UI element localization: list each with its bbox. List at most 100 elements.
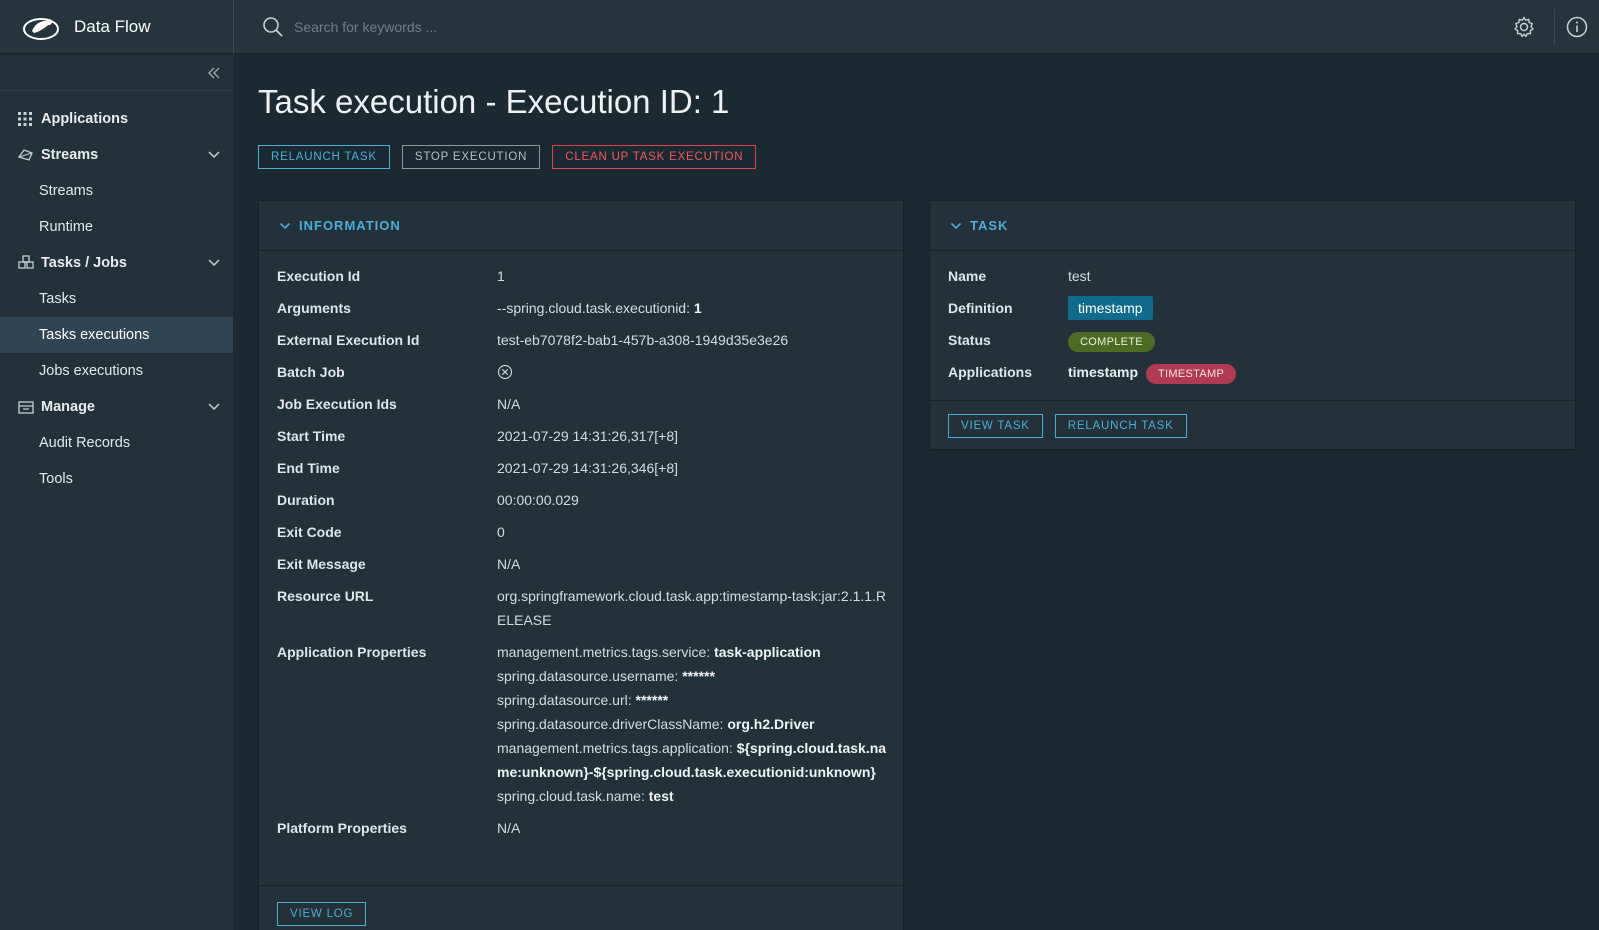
sidebar-group-streams[interactable]: Streams: [0, 137, 233, 173]
sidebar: Applications Streams Streams Runtime Tas…: [0, 55, 233, 930]
sidebar-item-audit-records[interactable]: Audit Records: [0, 425, 233, 461]
information-card-footer: VIEW LOG: [259, 885, 903, 930]
property-item: spring.datasource.url: ******: [497, 688, 887, 712]
sidebar-item-jobs-executions[interactable]: Jobs executions: [0, 353, 233, 389]
task-name-value: test: [1068, 268, 1091, 284]
stop-execution-button[interactable]: STOP EXECUTION: [401, 145, 541, 169]
arguments-label: Arguments: [277, 300, 351, 316]
property-value: org.h2.Driver: [727, 716, 815, 732]
sidebar-group-label: Tasks / Jobs: [41, 255, 127, 271]
sidebar-item-streams[interactable]: Streams: [0, 173, 233, 209]
detail-row: External Execution Id test-eb7078f2-bab1…: [277, 328, 887, 352]
sidebar-collapse-button[interactable]: [0, 55, 233, 91]
sidebar-group-label: Streams: [41, 147, 99, 163]
spring-cloud-logo-icon: [23, 17, 59, 40]
task-definition-label: Definition: [948, 300, 1013, 316]
brand[interactable]: Data Flow: [0, 0, 234, 54]
chevron-down-icon: [208, 151, 220, 159]
resource-url-label: Resource URL: [277, 588, 374, 604]
external-execution-id-value: test-eb7078f2-bab1-457b-a308-1949d35e3e2…: [497, 332, 789, 348]
batch-job-label: Batch Job: [277, 364, 345, 380]
task-details: Name test Definition timestamp Status CO…: [948, 264, 1558, 392]
detail-row: Applications timestamp TIMESTAMP: [948, 360, 1558, 384]
detail-row: Start Time 2021-07-29 14:31:26,317[+8]: [277, 424, 887, 448]
detail-row: Application Properties management.metric…: [277, 640, 887, 808]
start-time-value: 2021-07-29 14:31:26,317[+8]: [497, 428, 678, 444]
task-applications-label: Applications: [948, 364, 1033, 380]
view-task-button[interactable]: VIEW TASK: [948, 413, 1043, 438]
property-value: test: [648, 788, 674, 804]
detail-row: Arguments --spring.cloud.task.executioni…: [277, 296, 887, 320]
information-card: INFORMATION Execution Id 1 Arguments --s…: [258, 200, 904, 930]
detail-row: Definition timestamp: [948, 296, 1558, 320]
batch-job-value: [497, 360, 887, 384]
property-key: spring.datasource.driverClassName:: [497, 716, 728, 732]
task-name-label: Name: [948, 268, 987, 284]
property-key: spring.datasource.username:: [497, 668, 683, 684]
cleanup-task-execution-button[interactable]: CLEAN UP TASK EXECUTION: [552, 145, 757, 169]
view-log-button[interactable]: VIEW LOG: [277, 901, 367, 926]
detail-row: End Time 2021-07-29 14:31:26,346[+8]: [277, 456, 887, 480]
chevron-down-icon: [208, 259, 220, 267]
execution-id-label: Execution Id: [277, 268, 361, 284]
application-properties-label: Application Properties: [277, 644, 427, 660]
end-time-label: End Time: [277, 460, 340, 476]
task-card: TASK Name test Definition timestamp Stat…: [929, 200, 1576, 450]
about-button[interactable]: [1555, 0, 1599, 54]
detail-row: Batch Job: [277, 360, 887, 384]
detail-row: Platform Properties N/A: [277, 816, 887, 840]
property-item: spring.cloud.task.name: test: [497, 784, 887, 808]
detail-row: Execution Id 1: [277, 264, 887, 288]
sidebar-nav: Applications Streams Streams Runtime Tas…: [0, 91, 233, 497]
relaunch-task-button[interactable]: RELAUNCH TASK: [258, 145, 390, 169]
sidebar-item-tasks[interactable]: Tasks: [0, 281, 233, 317]
streams-icon: [17, 146, 35, 164]
sidebar-item-applications[interactable]: Applications: [0, 101, 233, 137]
gear-icon: [1514, 16, 1534, 37]
application-type-badge: TIMESTAMP: [1146, 364, 1237, 384]
task-card-header[interactable]: TASK: [930, 201, 1575, 251]
detail-row: Exit Message N/A: [277, 552, 887, 576]
duration-value: 00:00:00.029: [497, 492, 579, 508]
external-execution-id-label: External Execution Id: [277, 332, 420, 348]
execution-id-value: 1: [497, 268, 505, 284]
sidebar-group-tasks-jobs[interactable]: Tasks / Jobs: [0, 245, 233, 281]
application-properties-list: management.metrics.tags.service: task-ap…: [497, 640, 887, 808]
property-key: management.metrics.tags.application:: [497, 740, 737, 756]
task-applications-value: timestamp TIMESTAMP: [1068, 360, 1558, 384]
sidebar-group-manage[interactable]: Manage: [0, 389, 233, 425]
argument-key: --spring.cloud.task.executionid:: [497, 300, 694, 316]
settings-button[interactable]: [1494, 0, 1554, 54]
tasks-icon: [17, 254, 35, 272]
sidebar-item-runtime[interactable]: Runtime: [0, 209, 233, 245]
property-item: spring.datasource.username: ******: [497, 664, 887, 688]
detail-row: Resource URL org.springframework.cloud.t…: [277, 584, 887, 632]
status-badge: COMPLETE: [1068, 332, 1155, 352]
property-value: ******: [682, 668, 715, 684]
chevron-down-icon: [208, 403, 220, 411]
info-icon: [1566, 16, 1588, 37]
search-input[interactable]: [294, 18, 694, 35]
task-definition-value: timestamp: [1068, 296, 1558, 320]
grid-icon: [17, 110, 35, 128]
double-chevron-left-icon: [208, 67, 220, 78]
sidebar-item-tools[interactable]: Tools: [0, 461, 233, 497]
job-execution-ids-label: Job Execution Ids: [277, 396, 397, 412]
detail-row: Name test: [948, 264, 1558, 288]
sidebar-item-tasks-executions[interactable]: Tasks executions: [0, 317, 233, 353]
detail-row: Exit Code 0: [277, 520, 887, 544]
chevron-down-icon: [279, 220, 291, 232]
property-key: spring.cloud.task.name:: [497, 788, 649, 804]
information-details: Execution Id 1 Arguments --spring.cloud.…: [277, 264, 887, 848]
brand-title: Data Flow: [74, 16, 151, 36]
search-bar: [234, 0, 1494, 54]
exit-message-label: Exit Message: [277, 556, 366, 572]
relaunch-task-button-secondary[interactable]: RELAUNCH TASK: [1054, 413, 1187, 438]
end-time-value: 2021-07-29 14:31:26,346[+8]: [497, 460, 678, 476]
information-heading: INFORMATION: [299, 218, 401, 233]
application-name: timestamp: [1068, 364, 1139, 380]
information-card-header[interactable]: INFORMATION: [259, 201, 903, 251]
exit-code-value: 0: [497, 524, 505, 540]
duration-label: Duration: [277, 492, 335, 508]
start-time-label: Start Time: [277, 428, 346, 444]
